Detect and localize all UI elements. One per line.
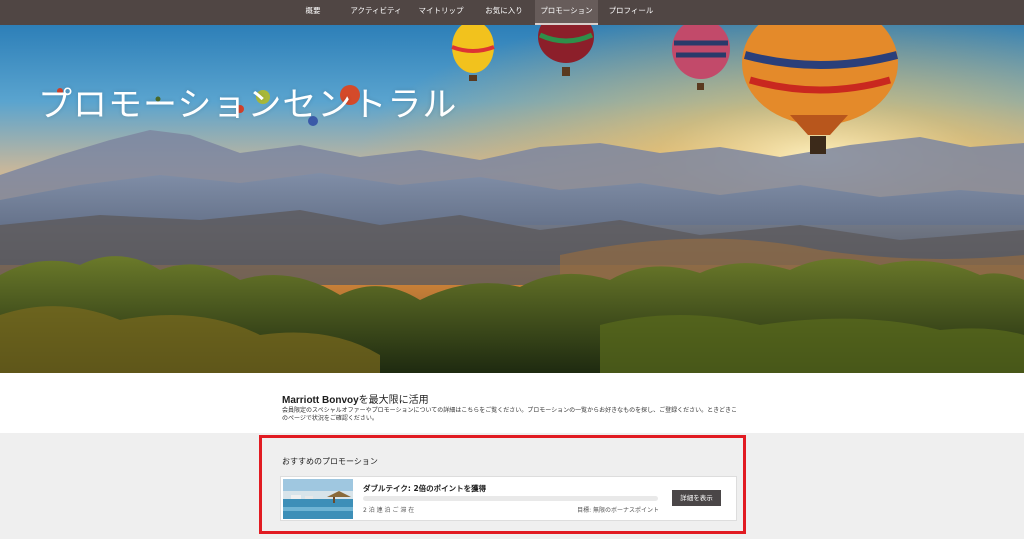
nav-item-activity[interactable]: アクティビティ bbox=[346, 0, 406, 25]
page-title: プロモーションセントラル bbox=[38, 85, 458, 125]
hero-banner: プロモーションセントラル bbox=[0, 25, 1024, 373]
promotion-title: ダブルテイク: 2倍のポイントを獲得 bbox=[363, 484, 487, 493]
progress-bar bbox=[363, 496, 658, 501]
recommended-heading: おすすめのプロモーション bbox=[282, 457, 378, 466]
pool-image bbox=[283, 479, 353, 519]
intro-section: Marriott Bonvoyを最大限に活用 会員限定のスペシャルオファーやプロ… bbox=[0, 373, 1024, 433]
nav-item-profile[interactable]: プロフィール bbox=[603, 0, 659, 25]
view-details-button[interactable]: 詳細を表示 bbox=[672, 490, 721, 506]
nav-item-overview[interactable]: 概要 bbox=[298, 0, 328, 25]
intro-title: Marriott Bonvoyを最大限に活用 bbox=[282, 391, 429, 406]
brand-name: Marriott Bonvoy bbox=[282, 395, 359, 406]
stay-requirement: 2 泊 連 泊 ご 滞 在 bbox=[363, 507, 415, 514]
goal-text: 目標: 無限のボーナスポイント bbox=[577, 507, 659, 514]
top-navigation: 概要 アクティビティ マイトリップ お気に入り プロモーション プロフィール bbox=[0, 0, 1024, 25]
nav-item-favorites[interactable]: お気に入り bbox=[480, 0, 528, 25]
promotion-card: ダブルテイク: 2倍のポイントを獲得 2 泊 連 泊 ご 滞 在 目標: 無限の… bbox=[280, 476, 737, 521]
intro-description: 会員限定のスペシャルオファーやプロモーションについての詳細はこちらをご覧ください… bbox=[282, 407, 737, 422]
intro-title-suffix: を最大限に活用 bbox=[358, 395, 429, 406]
promotion-thumbnail bbox=[283, 479, 353, 519]
nav-item-my-trips[interactable]: マイトリップ bbox=[413, 0, 469, 25]
nav-item-promotions[interactable]: プロモーション bbox=[535, 0, 598, 25]
